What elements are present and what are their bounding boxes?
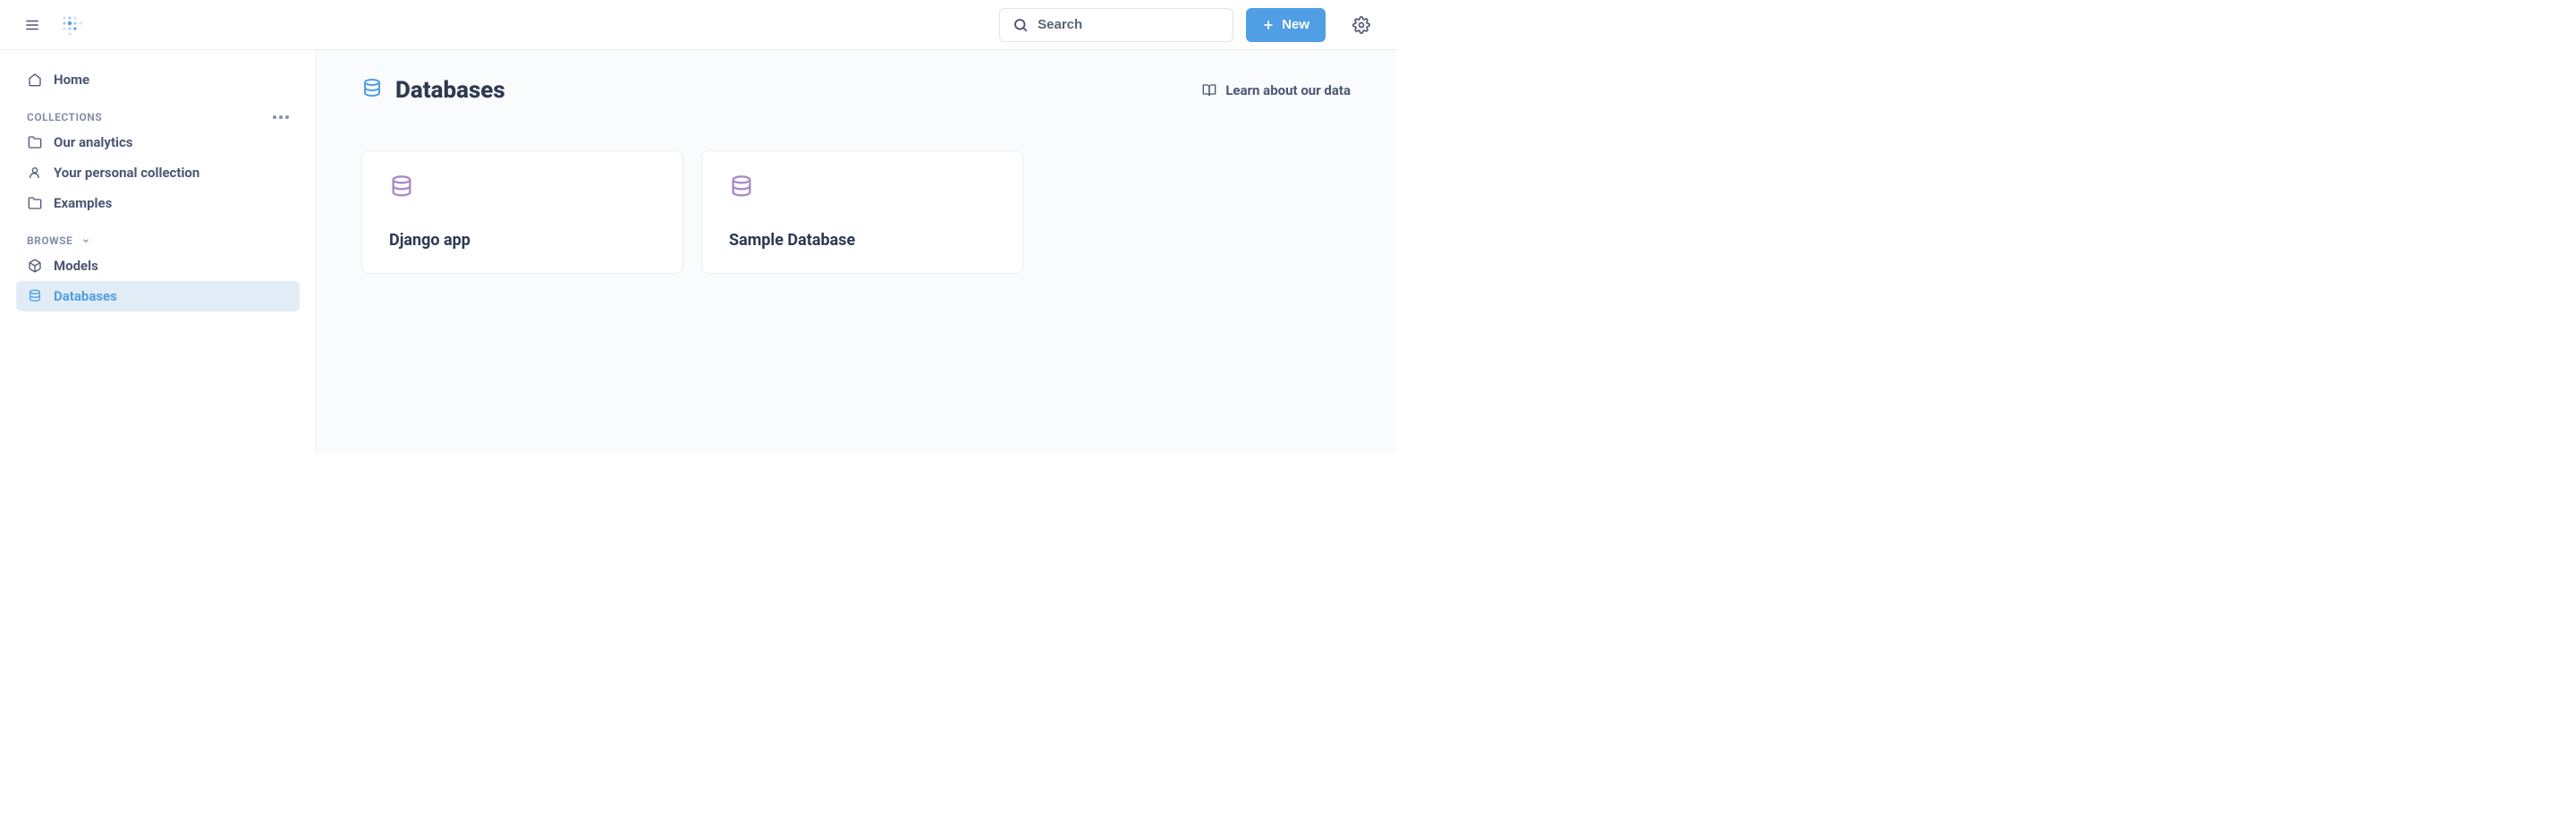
learn-link-label: Learn about our data: [1225, 82, 1351, 98]
sidebar-collection-item[interactable]: Examples: [16, 188, 300, 218]
search-input[interactable]: [1038, 17, 1220, 32]
logo-icon: [57, 11, 86, 39]
browse-label: BROWSE: [27, 234, 72, 247]
sidebar-browse-item-databases[interactable]: Databases: [16, 281, 300, 311]
sidebar-item-label: Your personal collection: [54, 165, 199, 181]
home-icon: [27, 72, 43, 88]
chevron-down-icon: [81, 236, 90, 245]
folder-icon: [27, 195, 43, 211]
sidebar-item-label: Our analytics: [54, 134, 133, 150]
person-icon: [27, 165, 43, 181]
sidebar-item-label: Databases: [54, 288, 117, 304]
new-button-label: New: [1282, 17, 1309, 32]
hamburger-icon: [24, 17, 40, 33]
search-box[interactable]: [999, 8, 1233, 42]
database-icon: [27, 288, 43, 304]
sidebar-item-label: Examples: [54, 195, 112, 211]
database-card[interactable]: Django app: [361, 150, 683, 274]
main-content: Databases Learn about our data Django ap…: [316, 50, 1395, 453]
settings-button[interactable]: [1345, 9, 1377, 41]
search-icon: [1013, 17, 1029, 33]
sidebar-collection-item[interactable]: Your personal collection: [16, 157, 300, 188]
book-icon: [1202, 83, 1216, 98]
collections-section-header: COLLECTIONS: [16, 95, 300, 127]
learn-about-data-link[interactable]: Learn about our data: [1202, 82, 1351, 98]
menu-toggle-button[interactable]: [18, 11, 47, 39]
collections-more-button[interactable]: [273, 115, 289, 119]
folder-icon: [27, 134, 43, 150]
sidebar-item-label: Models: [54, 258, 98, 274]
sidebar-collection-item[interactable]: Our analytics: [16, 127, 300, 157]
database-card-title: Sample Database: [729, 231, 996, 250]
sidebar-item-label: Home: [54, 72, 89, 88]
sidebar: Home COLLECTIONS Our analytics Your perso…: [0, 50, 316, 453]
app-logo[interactable]: [57, 11, 86, 39]
gear-icon: [1352, 16, 1370, 34]
cube-icon: [27, 258, 43, 274]
database-card[interactable]: Sample Database: [701, 150, 1023, 274]
database-icon: [729, 174, 996, 203]
page-title-group: Databases: [361, 77, 505, 104]
browse-section-header[interactable]: BROWSE: [16, 218, 300, 251]
new-button[interactable]: New: [1246, 8, 1326, 42]
sidebar-browse-item-models[interactable]: Models: [16, 251, 300, 281]
app-header: New: [0, 0, 1395, 50]
plus-icon: [1262, 19, 1275, 31]
database-card-title: Django app: [389, 231, 656, 250]
database-icon: [361, 78, 383, 103]
sidebar-item-home[interactable]: Home: [16, 64, 300, 95]
database-icon: [389, 174, 656, 203]
page-title: Databases: [395, 77, 505, 104]
collections-label: COLLECTIONS: [27, 111, 102, 123]
